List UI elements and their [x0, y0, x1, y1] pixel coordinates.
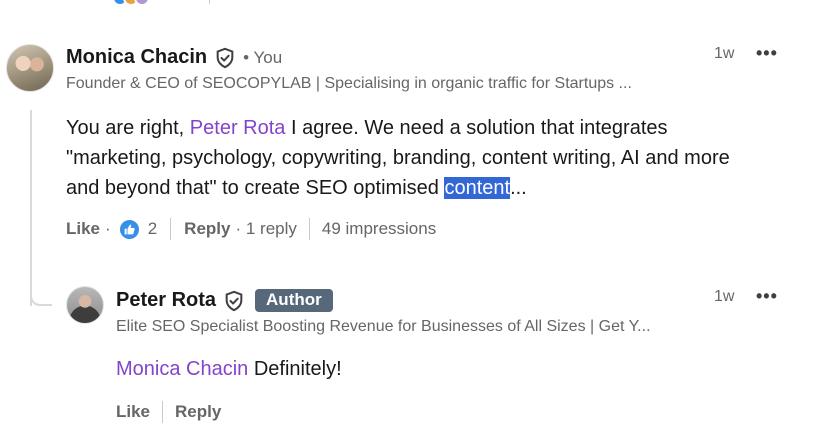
- verified-shield-icon: [216, 47, 234, 68]
- author-name[interactable]: Peter Rota: [116, 289, 216, 312]
- author-headline: Founder & CEO of SEOCOPYLAB | Specialisi…: [66, 75, 632, 92]
- like-button[interactable]: Like: [66, 219, 100, 239]
- selected-text: content: [444, 177, 511, 199]
- comment-thread: Monica Chacin • You 1w ••• Founder & CEO…: [0, 0, 820, 432]
- reply-count[interactable]: · 1 reply: [235, 219, 296, 239]
- author-name[interactable]: Monica Chacin: [66, 46, 207, 69]
- author-badge: Author: [255, 289, 333, 312]
- author-headline: Elite SEO Specialist Boosting Revenue fo…: [116, 318, 651, 335]
- reply-button[interactable]: Reply: [184, 219, 230, 239]
- mention-link[interactable]: Peter Rota: [190, 117, 286, 139]
- impressions-count[interactable]: 49 impressions: [322, 219, 436, 239]
- you-label: • You: [243, 47, 283, 67]
- reply-text-segment: Definitely!: [253, 358, 342, 380]
- more-options-icon[interactable]: •••: [756, 286, 778, 307]
- thread-line: [30, 110, 32, 306]
- verified-shield-icon: [225, 290, 243, 311]
- reaction-count[interactable]: 2: [148, 219, 157, 239]
- reply-text: Monica Chacin Definitely!: [116, 354, 342, 384]
- reply-button[interactable]: Reply: [175, 402, 221, 422]
- thread-connector: [30, 290, 52, 306]
- divider: [170, 218, 172, 240]
- like-button[interactable]: Like: [116, 402, 150, 422]
- more-options-icon[interactable]: •••: [756, 43, 778, 64]
- comment-text-segment: I agree. We need a solution that integra…: [290, 117, 668, 139]
- thumbs-up-icon: [124, 224, 135, 234]
- comment-text-segment: "marketing, psychology, copywriting, bra…: [66, 147, 730, 169]
- see-more-ellipsis[interactable]: ...: [510, 177, 527, 199]
- divider: [162, 401, 164, 423]
- mention-link[interactable]: Monica Chacin: [116, 358, 248, 380]
- love-reaction-icon: [134, 0, 150, 6]
- previous-comment-reactions[interactable]: [112, 0, 150, 6]
- divider: [209, 0, 210, 4]
- comment-header: Monica Chacin • You: [66, 46, 282, 69]
- reply-actions: Like Reply: [116, 401, 221, 423]
- comment-actions: Like · 2 Reply · 1 reply 49 impressions: [66, 218, 436, 240]
- divider: [308, 218, 310, 240]
- comment-text: You are right, Peter Rota I agree. We ne…: [66, 113, 806, 203]
- like-reaction-icon[interactable]: [118, 218, 140, 240]
- comment-text-segment: You are right,: [66, 117, 185, 139]
- separator-dot: ·: [105, 219, 111, 238]
- avatar[interactable]: [6, 44, 54, 92]
- avatar[interactable]: [66, 286, 104, 324]
- reply-header: Peter Rota Author: [116, 289, 333, 312]
- timestamp: 1w: [714, 45, 735, 62]
- comment-text-segment: and beyond that" to create SEO optimised: [66, 177, 439, 199]
- timestamp: 1w: [714, 288, 735, 305]
